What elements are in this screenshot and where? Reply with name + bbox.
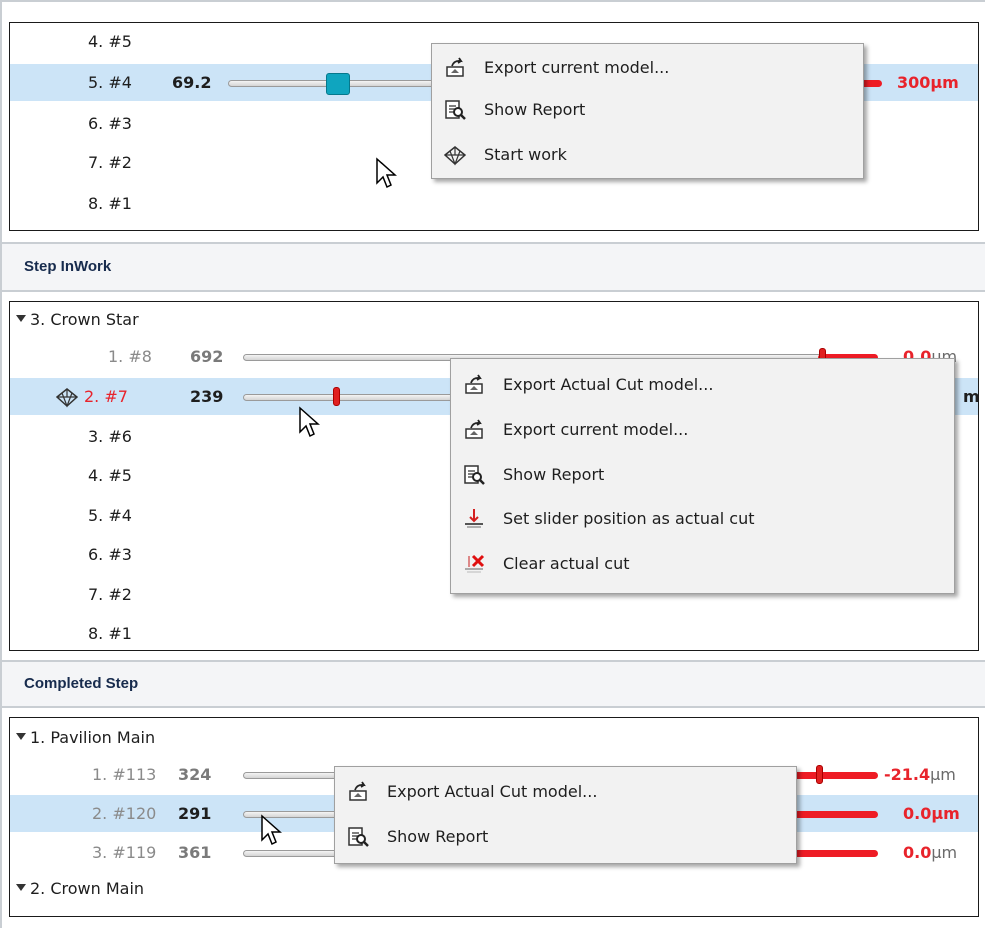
menu-item-label: Show Report <box>387 827 489 846</box>
menu-item-export-current[interactable]: Export current model... <box>432 50 863 86</box>
item-label: 1. #113 <box>92 765 157 784</box>
slider-thumb[interactable] <box>326 73 350 95</box>
completed-step-heading: Completed Step <box>24 675 139 692</box>
item-label: 8. #1 <box>88 624 132 643</box>
context-menu: Export Actual Cut model... Export curren… <box>450 358 955 594</box>
group-label: 2. Crown Main <box>30 879 145 898</box>
item-value: 239 <box>190 387 224 406</box>
cell-border <box>0 706 985 708</box>
export-model-icon <box>446 57 464 77</box>
set-cut-icon <box>465 509 483 528</box>
cell-border <box>0 290 985 292</box>
item-label: 1. #8 <box>108 347 152 366</box>
tree-group-header[interactable]: 1. Pavilion Main <box>16 728 155 747</box>
expand-triangle-icon[interactable] <box>16 884 26 891</box>
item-result: -21.4µm <box>884 765 956 784</box>
item-label: 3. #6 <box>88 427 132 446</box>
list-item[interactable]: 8. #1 <box>10 185 978 222</box>
menu-item-show-report[interactable]: Show Report <box>451 457 954 493</box>
menu-item-label: Start work <box>484 145 567 164</box>
clear-cut-icon <box>465 554 485 573</box>
menu-item-label: Export Actual Cut model... <box>503 375 714 394</box>
expand-triangle-icon[interactable] <box>16 733 26 740</box>
report-icon <box>348 827 369 847</box>
mouse-cursor-icon <box>261 814 282 846</box>
item-result: 300µm <box>897 73 959 92</box>
menu-item-export-actual-cut[interactable]: Export Actual Cut model... <box>335 774 796 810</box>
menu-item-show-report[interactable]: Show Report <box>432 92 863 128</box>
slider-red-end <box>790 850 878 857</box>
item-label: 2. #120 <box>92 804 157 823</box>
item-label: 7. #2 <box>88 585 132 604</box>
item-label: 4. #5 <box>88 466 132 485</box>
diamond-icon <box>56 388 78 408</box>
export-model-icon <box>465 374 483 394</box>
report-icon <box>464 465 485 485</box>
item-label: 5. #4 <box>88 506 132 525</box>
menu-item-set-actual-cut[interactable]: Set slider position as actual cut <box>451 501 954 537</box>
item-label: 6. #3 <box>88 114 132 133</box>
slider-red-end <box>790 811 878 818</box>
step-list-panel: 4. #5 5. #4 69.2 300µm 6. #3 7. #2 8. #1… <box>9 22 979 231</box>
item-result: 0.0µm <box>903 843 958 862</box>
diamond-icon <box>444 146 466 166</box>
menu-item-label: Export Actual Cut model... <box>387 782 598 801</box>
item-value: 69.2 <box>172 73 212 92</box>
step-inwork-panel: 3. Crown Star 1. #8 692 0.0µm 2. #7 239 … <box>9 301 979 651</box>
menu-item-label: Show Report <box>503 465 605 484</box>
context-menu: Export current model... Show Report Star… <box>431 43 864 179</box>
export-model-icon <box>465 419 483 439</box>
item-label: 2. #7 <box>84 387 128 406</box>
item-result-partial: m <box>963 387 979 406</box>
menu-item-label: Export current model... <box>503 420 689 439</box>
menu-item-clear-actual-cut[interactable]: Clear actual cut <box>451 546 954 582</box>
menu-item-label: Export current model... <box>484 58 670 77</box>
item-value: 361 <box>178 843 212 862</box>
menu-item-export-actual-cut[interactable]: Export Actual Cut model... <box>451 367 954 403</box>
expand-triangle-icon[interactable] <box>16 315 26 322</box>
item-result: 0.0µm <box>903 804 960 823</box>
completed-step-panel: 1. Pavilion Main 1. #113 324 -21.4µm 2. … <box>9 717 979 917</box>
slider-track[interactable] <box>243 394 455 401</box>
tree-group-header[interactable]: 2. Crown Main <box>16 879 144 898</box>
item-label: 7. #2 <box>88 153 132 172</box>
cell-border <box>0 0 985 2</box>
item-value: 291 <box>178 804 212 823</box>
slider-thumb[interactable] <box>816 765 823 784</box>
group-label: 1. Pavilion Main <box>30 728 156 747</box>
menu-item-export-current[interactable]: Export current model... <box>451 412 954 448</box>
menu-item-label: Clear actual cut <box>503 554 630 573</box>
item-value: 324 <box>178 765 212 784</box>
slider-track[interactable] <box>243 850 343 857</box>
group-label: 3. Crown Star <box>30 310 139 329</box>
heading-band: Completed Step <box>2 662 985 706</box>
menu-item-label: Set slider position as actual cut <box>503 509 755 528</box>
item-label: 6. #3 <box>88 545 132 564</box>
slider-track[interactable] <box>243 811 343 818</box>
item-label: 4. #5 <box>88 32 132 51</box>
cell-border <box>0 0 2 928</box>
heading-band: Step InWork <box>2 244 985 290</box>
menu-item-show-report[interactable]: Show Report <box>335 819 796 855</box>
list-item[interactable]: 8. #1 <box>10 615 978 650</box>
context-menu: Export Actual Cut model... Show Report <box>334 766 797 864</box>
report-icon <box>445 100 466 120</box>
item-label: 3. #119 <box>92 843 157 862</box>
tree-group-header[interactable]: 3. Crown Star <box>16 310 139 329</box>
step-inwork-heading: Step InWork <box>24 258 112 275</box>
mouse-cursor-icon <box>299 406 320 438</box>
menu-item-start-work[interactable]: Start work <box>432 137 863 173</box>
item-value: 692 <box>190 347 224 366</box>
menu-item-label: Show Report <box>484 100 586 119</box>
item-label: 8. #1 <box>88 194 132 213</box>
item-label: 5. #4 <box>88 73 132 92</box>
mouse-cursor-icon <box>376 157 397 189</box>
slider-thumb[interactable] <box>333 387 340 406</box>
export-model-icon <box>349 781 367 801</box>
